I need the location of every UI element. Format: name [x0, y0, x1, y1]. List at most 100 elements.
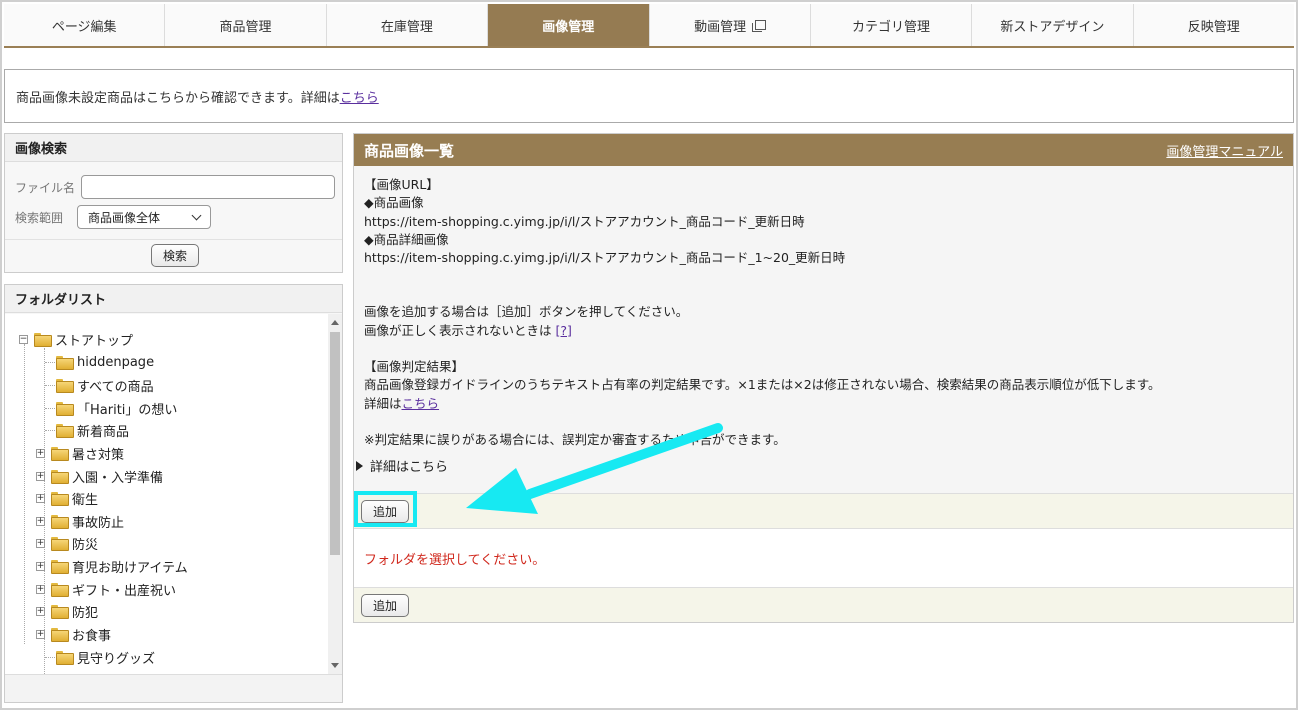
folder-icon	[34, 333, 52, 347]
top-nav: ページ編集 商品管理 在庫管理 画像管理 動画管理 カテゴリ管理 新ストアデザイ…	[4, 4, 1294, 48]
folder-label: 見守りグッズ	[77, 651, 156, 667]
tree-scrollbar[interactable]	[328, 314, 342, 674]
folder-icon	[51, 470, 69, 484]
folder-label: 衛生	[72, 492, 99, 508]
expand-icon[interactable]: +	[36, 538, 45, 548]
tab-new-store-design[interactable]: 新ストアデザイン	[972, 4, 1134, 46]
details-toggle-label: 詳細はこちら	[370, 460, 449, 475]
folder-item[interactable]: + ギフト・出産祝い	[36, 578, 176, 600]
folder-label: お食事	[72, 628, 112, 644]
image-manual-link[interactable]: 画像管理マニュアル	[1166, 141, 1283, 160]
tab-category-management[interactable]: カテゴリ管理	[811, 4, 973, 46]
expand-icon[interactable]: +	[36, 471, 45, 481]
expand-icon[interactable]: +	[36, 629, 45, 639]
judge-heading: 【画像判定結果】	[364, 359, 465, 375]
folder-label: 「Hariti」の想い	[77, 402, 178, 418]
folder-label: 防犯	[72, 605, 99, 621]
tree-guide-line	[24, 344, 25, 644]
folder-item[interactable]: hiddenpage	[56, 351, 154, 373]
folder-item[interactable]: + 防災	[36, 532, 98, 554]
tab-page-edit[interactable]: ページ編集	[4, 4, 166, 46]
folder-item[interactable]: + 事故防止	[36, 510, 124, 532]
folder-item[interactable]: すべての商品	[56, 374, 154, 396]
scroll-up-arrow-icon[interactable]	[331, 320, 339, 325]
collapse-icon[interactable]: −	[19, 334, 28, 344]
tab-video-management[interactable]: 動画管理	[650, 4, 811, 46]
add-button-bottom[interactable]: 追加	[361, 593, 410, 617]
scope-row: 検索範囲 商品画像全体	[15, 205, 212, 229]
details-toggle[interactable]: 詳細はこちら	[356, 456, 448, 475]
folder-icon	[51, 537, 69, 551]
tab-inventory-management[interactable]: 在庫管理	[327, 4, 489, 46]
tab-publish-management[interactable]: 反映管理	[1134, 4, 1294, 46]
folder-item[interactable]: 見守りグッズ	[56, 646, 155, 668]
product-image-label: ◆商品画像	[364, 195, 424, 211]
folder-icon	[51, 628, 69, 642]
folder-item[interactable]: + 入園・入学準備	[36, 465, 163, 487]
folder-label: 暑さ対策	[72, 447, 125, 463]
scroll-thumb[interactable]	[330, 332, 340, 555]
search-button[interactable]: 検索	[151, 244, 200, 267]
notice-text: 商品画像未設定商品はこちらから確認できます。詳細は	[16, 90, 340, 106]
select-folder-message: フォルダを選択してください。	[364, 552, 546, 568]
triangle-right-icon	[356, 460, 363, 471]
folder-label: 防災	[72, 537, 99, 553]
folder-label: すべての商品	[77, 379, 154, 395]
judge-detail: 詳細は	[364, 395, 402, 411]
folder-panel-footer	[5, 674, 342, 702]
scroll-down-arrow-icon[interactable]	[331, 663, 339, 668]
expand-icon[interactable]: +	[36, 561, 45, 571]
judge-detail-line: 詳細はこちら	[364, 395, 1160, 413]
folder-item[interactable]: + 防犯	[36, 600, 98, 622]
image-list-title: 商品画像一覧	[364, 141, 455, 160]
folder-icon	[56, 379, 74, 393]
folder-icon	[51, 583, 69, 597]
action-bar-bottom: 追加	[354, 587, 1293, 622]
display-hint: 画像が正しく表示されないときは	[364, 322, 556, 338]
folder-icon	[51, 492, 69, 506]
expand-icon[interactable]: +	[36, 448, 45, 458]
add-button[interactable]: 追加	[361, 499, 410, 523]
notice-link[interactable]: こちら	[340, 87, 379, 106]
tree-guide-line	[45, 657, 55, 658]
folder-item[interactable]: 「Hariti」の想い	[56, 397, 177, 419]
folder-list-panel: フォルダリスト − ストアトップ hiddenpage すべての商品 「Hari…	[4, 284, 343, 703]
judge-detail-link[interactable]: こちら	[402, 396, 440, 411]
judge-note: ※判定結果に誤りがある場合には、誤判定か審査するため申告ができます。	[364, 431, 786, 447]
external-window-icon	[752, 19, 767, 32]
display-hint-line: 画像が正しく表示されないときは [?]	[364, 322, 1160, 340]
tree-guide-line	[45, 430, 55, 431]
detail-image-label: ◆商品詳細画像	[364, 231, 449, 247]
expand-icon[interactable]: +	[36, 606, 45, 616]
scope-select[interactable]: 商品画像全体	[77, 205, 212, 229]
expand-icon[interactable]: +	[36, 493, 45, 503]
folder-label: ストアトップ	[55, 333, 134, 349]
filename-input[interactable]	[81, 175, 336, 199]
divider	[5, 239, 342, 240]
tab-product-management[interactable]: 商品管理	[165, 4, 327, 46]
product-image-url: https://item-shopping.c.yimg.jp/i/l/ストアア…	[364, 213, 805, 229]
chevron-down-icon	[191, 210, 202, 220]
action-bar-top: 追加	[354, 493, 1293, 528]
folder-icon	[56, 402, 74, 416]
expand-icon[interactable]: +	[36, 516, 45, 526]
folder-item[interactable]: 新着商品	[56, 419, 129, 441]
folder-icon	[56, 356, 74, 370]
folder-item[interactable]: + 衛生	[36, 487, 98, 509]
scope-label: 検索範囲	[15, 210, 64, 225]
folder-icon	[56, 651, 74, 665]
folder-item[interactable]: + 育児お助けアイテム	[36, 555, 188, 577]
scope-select-value: 商品画像全体	[88, 210, 161, 225]
folder-item[interactable]: + 暑さ対策	[36, 442, 124, 464]
folder-tree: − ストアトップ hiddenpage すべての商品 「Hariti」の想い 新…	[5, 314, 342, 674]
tab-image-management[interactable]: 画像管理	[488, 4, 650, 46]
folder-item[interactable]: + お食事	[36, 623, 111, 645]
folder-label: 事故防止	[72, 515, 125, 531]
folder-icon	[56, 424, 74, 438]
expand-icon[interactable]: +	[36, 584, 45, 594]
folder-root[interactable]: − ストアトップ	[19, 328, 133, 350]
tree-guide-line	[45, 408, 55, 409]
judge-text: 商品画像登録ガイドラインのうちテキスト占有率の判定結果です。×1または×2は修正…	[364, 377, 1161, 393]
help-link[interactable]: [?]	[555, 323, 571, 338]
